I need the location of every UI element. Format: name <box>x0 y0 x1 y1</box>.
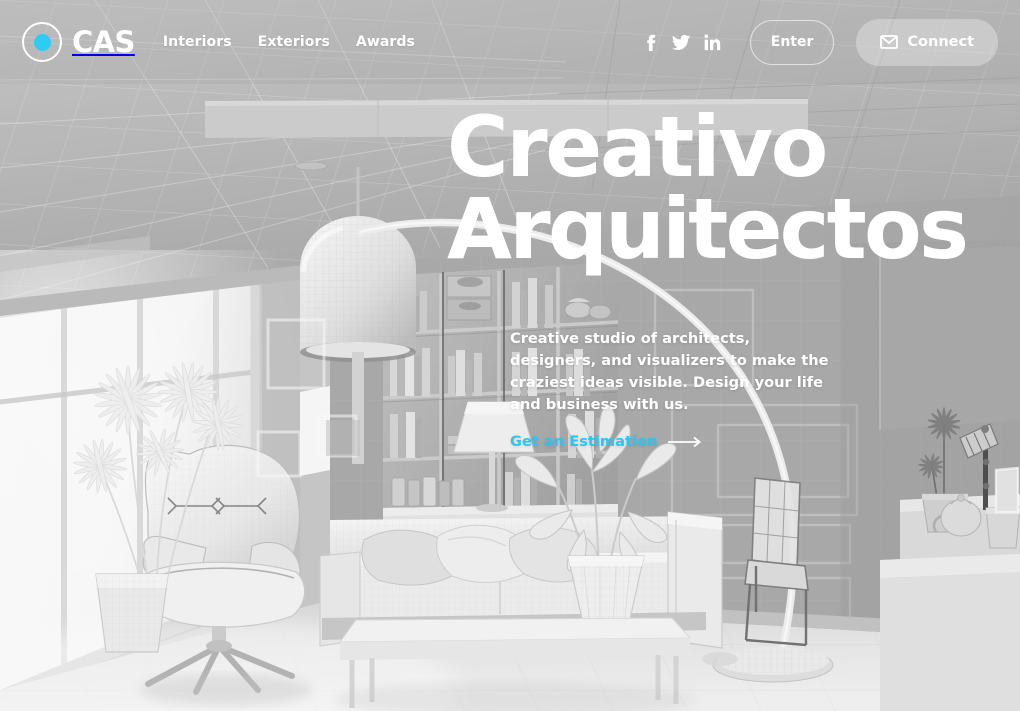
hero-description: Creative studio of architects, designers… <box>510 329 829 414</box>
nav-item-interiors[interactable]: Interiors <box>163 34 232 50</box>
nav-item-awards[interactable]: Awards <box>356 34 415 50</box>
arrow-right-icon <box>668 436 702 448</box>
social-links <box>635 27 728 58</box>
facebook-icon[interactable] <box>635 27 666 58</box>
connect-button-label: Connect <box>907 34 974 50</box>
site-header: CAS Interiors Exteriors Awards Enter Con… <box>0 0 1020 84</box>
nav-item-exteriors[interactable]: Exteriors <box>258 34 330 50</box>
envelope-icon <box>880 35 899 49</box>
twitter-icon[interactable] <box>666 27 697 58</box>
brand-dot <box>33 33 51 51</box>
brand-logo[interactable]: CAS <box>22 22 135 62</box>
enter-button[interactable]: Enter <box>749 19 835 65</box>
circle-dot-icon <box>22 22 62 62</box>
page-title: Creativo Arquitectos <box>447 98 1007 279</box>
get-an-estimation-link[interactable]: Get an Estimation <box>510 433 702 450</box>
header-actions: Enter Connect <box>635 18 998 66</box>
hero-title-line-1: Creativo <box>447 98 828 196</box>
brand-name: CAS <box>72 24 135 59</box>
hero-cta-label: Get an Estimation <box>510 433 658 451</box>
connect-button[interactable]: Connect <box>856 18 998 66</box>
page-root: CAS Interiors Exteriors Awards Enter Con… <box>0 0 1020 711</box>
linkedin-icon[interactable] <box>697 27 728 58</box>
hero-section: Creativo Arquitectos Creative studio of … <box>447 98 1007 450</box>
main-navigation: Interiors Exteriors Awards <box>163 34 415 50</box>
hero-title-line-2: Arquitectos <box>447 180 969 279</box>
